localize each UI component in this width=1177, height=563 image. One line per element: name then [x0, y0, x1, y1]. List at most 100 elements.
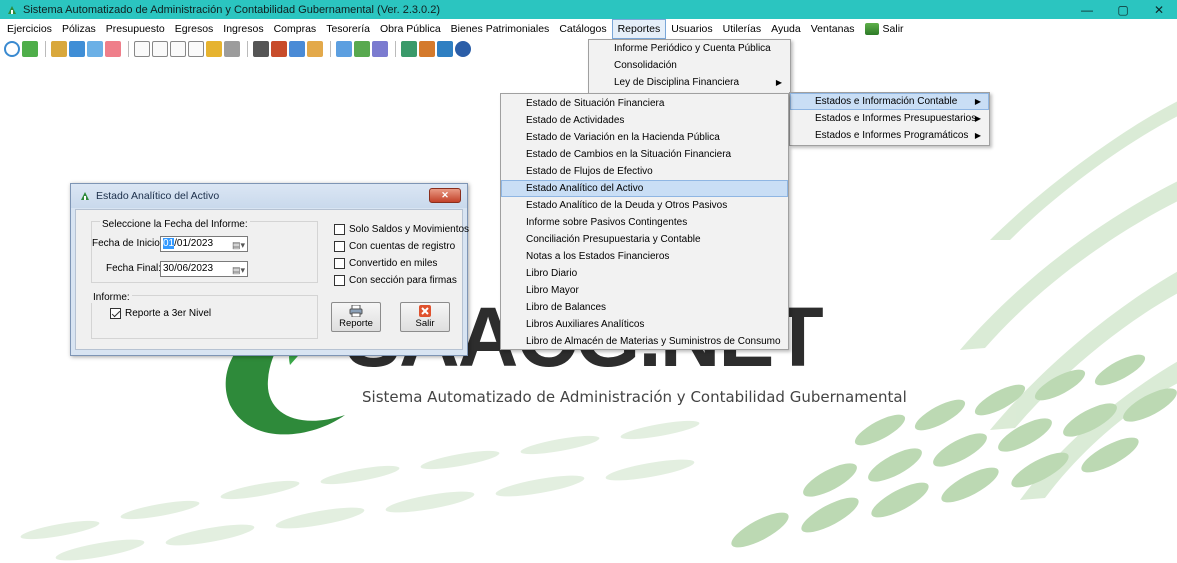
- solo-saldos-checkbox[interactable]: Solo Saldos y Movimientos: [334, 224, 469, 235]
- menu-item-analitico-activo[interactable]: Estado Analítico del Activo: [501, 180, 788, 197]
- menu-item-libro-mayor[interactable]: Libro Mayor: [501, 282, 788, 299]
- convertido-miles-label: Convertido en miles: [349, 258, 438, 269]
- box-icon[interactable]: [307, 41, 323, 57]
- menu-item-consolidacion[interactable]: Consolidación: [589, 57, 790, 74]
- menu-ejercicios[interactable]: Ejercicios: [2, 19, 57, 39]
- grid-icon[interactable]: [87, 41, 103, 57]
- calendar-dropdown-icon[interactable]: ▤▾: [232, 238, 245, 252]
- doc-p-icon[interactable]: [188, 41, 204, 57]
- toolbar-separator: [330, 41, 331, 57]
- help-icon[interactable]: [455, 41, 471, 57]
- menu-item-libro-balances[interactable]: Libro de Balances: [501, 299, 788, 316]
- document-green-icon[interactable]: [22, 41, 38, 57]
- menu-ventanas[interactable]: Ventanas: [806, 19, 860, 39]
- chevron-right-icon: ▶: [974, 97, 981, 106]
- toolbar-separator: [395, 41, 396, 57]
- fecha-final-label: Fecha Final:: [106, 263, 162, 274]
- menu-reportes[interactable]: Reportes: [611, 19, 667, 39]
- doc-c-icon[interactable]: [134, 41, 150, 57]
- menu-item-actividades[interactable]: Estado de Actividades: [501, 112, 788, 129]
- dialog-title-bar[interactable]: Estado Analítico del Activo: [71, 184, 467, 208]
- menu-item-estados-programaticos[interactable]: Estados e Informes Programáticos ▶: [790, 127, 989, 144]
- menu-usuarios[interactable]: Usuarios: [666, 19, 717, 39]
- calculator-icon[interactable]: [253, 41, 269, 57]
- menu-item-libros-auxiliares[interactable]: Libros Auxiliares Analíticos: [501, 316, 788, 333]
- reporte-button-label: Reporte: [339, 318, 373, 329]
- fecha-inicio-rest: /01/2023: [174, 238, 214, 249]
- cuentas-registro-label: Con cuentas de registro: [349, 241, 456, 252]
- checkbox-checked-icon: [110, 308, 121, 319]
- menu-item-conciliacion[interactable]: Conciliación Presupuestaria y Contable: [501, 231, 788, 248]
- menu-item-libro-diario[interactable]: Libro Diario: [501, 265, 788, 282]
- menu-salir[interactable]: Salir: [860, 19, 909, 39]
- menu-item-informe-periodico[interactable]: Informe Periódico y Cuenta Pública: [589, 40, 790, 57]
- reportes-menu: Informe Periódico y Cuenta Pública Conso…: [588, 39, 791, 95]
- menu-obra-publica[interactable]: Obra Pública: [375, 19, 446, 39]
- users-icon[interactable]: [289, 41, 305, 57]
- close-button[interactable]: ✕: [1141, 0, 1177, 19]
- salir-button[interactable]: Salir: [400, 302, 450, 332]
- toolbar-separator: [128, 41, 129, 57]
- tools-icon[interactable]: [224, 41, 240, 57]
- menu-tesoreria[interactable]: Tesorería: [321, 19, 375, 39]
- menu-item-ley-disciplina[interactable]: Ley de Disciplina Financiera ▶: [589, 74, 790, 91]
- table-icon[interactable]: [105, 41, 121, 57]
- chart-icon[interactable]: [271, 41, 287, 57]
- calendar-dropdown-icon[interactable]: ▤▾: [232, 263, 245, 277]
- doc-d-icon[interactable]: [152, 41, 168, 57]
- menu-item-estados-presupuestarios[interactable]: Estados e Informes Presupuestarios ▶: [790, 110, 989, 127]
- chevron-right-icon: ▶: [974, 131, 981, 140]
- menu-bienes-patrimoniales[interactable]: Bienes Patrimoniales: [446, 19, 555, 39]
- folder-icon[interactable]: [51, 41, 67, 57]
- menu-egresos[interactable]: Egresos: [170, 19, 219, 39]
- menu-item-notas[interactable]: Notas a los Estados Financieros: [501, 248, 788, 265]
- estados-submenu: Estados e Información Contable ▶ Estados …: [789, 92, 990, 146]
- menu-item-estados-contable-label: Estados e Información Contable: [815, 96, 958, 107]
- menu-catalogos[interactable]: Catálogos: [554, 19, 611, 39]
- solo-saldos-label: Solo Saldos y Movimientos: [349, 224, 470, 235]
- menu-presupuesto[interactable]: Presupuesto: [101, 19, 170, 39]
- informe-group: Informe: Reporte a 3er Nivel: [91, 292, 318, 339]
- menu-ingresos[interactable]: Ingresos: [218, 19, 268, 39]
- contable-submenu: Estado de Situación Financiera Estado de…: [500, 93, 789, 350]
- minimize-button[interactable]: —: [1069, 0, 1105, 19]
- menu-compras[interactable]: Compras: [269, 19, 322, 39]
- exit-icon: [864, 23, 879, 36]
- maximize-button[interactable]: ▢: [1105, 0, 1141, 19]
- menu-item-libro-almacen[interactable]: Libro de Almacén de Materias y Suministr…: [501, 333, 788, 350]
- cuentas-registro-checkbox[interactable]: Con cuentas de registro: [334, 241, 455, 252]
- menu-item-flujos-efectivo[interactable]: Estado de Flujos de Efectivo: [501, 163, 788, 180]
- menu-bar: Ejercicios Pólizas Presupuesto Egresos I…: [0, 19, 1177, 39]
- menu-item-estados-contable[interactable]: Estados e Información Contable ▶: [790, 93, 989, 110]
- transfer-icon[interactable]: [69, 41, 85, 57]
- menu-item-situacion-financiera[interactable]: Estado de Situación Financiera: [501, 95, 788, 112]
- menu-ayuda[interactable]: Ayuda: [766, 19, 806, 39]
- dialog-title: Estado Analítico del Activo: [96, 190, 220, 202]
- ledger-icon[interactable]: [354, 41, 370, 57]
- seccion-firmas-checkbox[interactable]: Con sección para firmas: [334, 275, 457, 286]
- menu-utilerias[interactable]: Utilerías: [718, 19, 767, 39]
- close-x-icon: [419, 305, 431, 317]
- convertido-miles-checkbox[interactable]: Convertido en miles: [334, 258, 437, 269]
- printer-icon: [349, 305, 363, 317]
- reporte-nivel-checkbox[interactable]: Reporte a 3er Nivel: [110, 308, 211, 319]
- menu-item-pasivos-contingentes[interactable]: Informe sobre Pasivos Contingentes: [501, 214, 788, 231]
- bank-icon[interactable]: [206, 41, 222, 57]
- doc-e-icon[interactable]: [170, 41, 186, 57]
- cogs-icon[interactable]: [372, 41, 388, 57]
- find-icon[interactable]: [419, 41, 435, 57]
- dialog-close-button[interactable]: ✕: [429, 188, 461, 203]
- fecha-final-input[interactable]: 30/06/2023 ▤▾: [160, 261, 248, 277]
- tree-icon[interactable]: [401, 41, 417, 57]
- menu-item-estados-programaticos-label: Estados e Informes Programáticos: [815, 130, 969, 141]
- export-icon[interactable]: [437, 41, 453, 57]
- menu-polizas[interactable]: Pólizas: [57, 19, 101, 39]
- menu-item-estados-presupuestarios-label: Estados e Informes Presupuestarios: [815, 113, 977, 124]
- menu-item-analitico-deuda[interactable]: Estado Analítico de la Deuda y Otros Pas…: [501, 197, 788, 214]
- refresh-icon[interactable]: [4, 41, 20, 57]
- report-icon[interactable]: [336, 41, 352, 57]
- reporte-button[interactable]: Reporte: [331, 302, 381, 332]
- menu-item-cambios-situacion[interactable]: Estado de Cambios en la Situación Financ…: [501, 146, 788, 163]
- fecha-inicio-input[interactable]: 01/01/2023 ▤▾: [160, 236, 248, 252]
- menu-item-variacion-hacienda[interactable]: Estado de Variación en la Hacienda Públi…: [501, 129, 788, 146]
